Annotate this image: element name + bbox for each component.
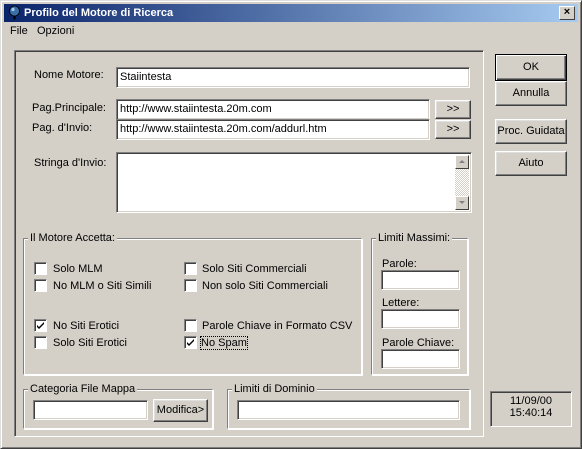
checkbox-parole-chiave-csv-label: Parole Chiave in Formato CSV [202, 320, 353, 332]
limiti-dominio-input[interactable] [237, 400, 460, 420]
ok-button[interactable]: OK [495, 54, 567, 81]
proc-guidata-button[interactable]: Proc. Guidata [495, 119, 567, 144]
modifica-button[interactable]: Modifica> [153, 399, 208, 422]
parole-label: Parole: [382, 258, 417, 270]
nome-motore-input[interactable]: Staiintesta [116, 67, 470, 88]
checkbox-no-mlm-label: No MLM o Siti Simili [53, 280, 152, 292]
stringa-invio-label: Stringa d'Invio: [34, 157, 107, 169]
categoria-file-mappa-input[interactable] [33, 400, 148, 420]
close-icon: × [563, 6, 571, 18]
checkbox-solo-siti-erotici[interactable] [34, 336, 47, 349]
pag-invio-input[interactable]: http://www.staiintesta.20m.com/addurl.ht… [116, 119, 430, 140]
checkbox-no-mlm[interactable] [34, 279, 47, 292]
dialog-window: Profilo del Motore di Ricerca × File Opz… [0, 0, 582, 449]
accetta-group: Il Motore Accetta: [23, 232, 362, 375]
checkbox-solo-siti-erotici-label: Solo Siti Erotici [53, 337, 127, 349]
checkbox-solo-siti-commerciali[interactable] [184, 262, 197, 275]
checkbox-solo-mlm[interactable] [34, 262, 47, 275]
checkbox-non-solo-siti-commerciali[interactable] [184, 279, 197, 292]
aiuto-button[interactable]: Aiuto [495, 151, 567, 176]
scroll-down-button[interactable] [455, 196, 469, 210]
datetime-display: 11/09/00 15:40:14 [490, 391, 572, 427]
app-icon [9, 5, 20, 20]
limiti-dominio-legend: Limiti di Dominio [232, 383, 317, 395]
stringa-invio-textarea[interactable] [116, 152, 472, 213]
menu-opzioni[interactable]: Opzioni [37, 25, 74, 37]
checkbox-no-siti-erotici[interactable] [34, 319, 47, 332]
status-time: 15:40:14 [509, 407, 553, 419]
stringa-invio-scrollbar[interactable] [455, 155, 469, 210]
arrow-up-icon [459, 160, 465, 163]
arrow-down-icon [459, 201, 465, 204]
pag-principale-input[interactable]: http://www.staiintesta.20m.com [116, 99, 430, 120]
menu-bar: File Opzioni [4, 23, 578, 41]
lettere-input[interactable] [381, 309, 460, 329]
scroll-up-button[interactable] [455, 155, 469, 169]
lettere-label: Lettere: [382, 297, 420, 309]
pag-principale-label: Pag.Principale: [32, 102, 106, 114]
status-date: 11/09/00 [509, 395, 552, 407]
pag-invio-label: Pag. d'Invio: [32, 122, 93, 134]
checkbox-no-spam[interactable] [184, 336, 197, 349]
pag-principale-browse-button[interactable]: >> [435, 100, 471, 119]
annulla-button[interactable]: Annulla [495, 81, 567, 106]
window-title: Profilo del Motore di Ricerca [24, 7, 174, 19]
nome-motore-label: Nome Motore: [34, 69, 104, 81]
checkbox-non-solo-siti-commerciali-label: Non solo Siti Commerciali [202, 280, 328, 292]
checkbox-no-siti-erotici-label: No Siti Erotici [53, 320, 120, 332]
parole-chiave-input[interactable] [381, 349, 460, 369]
pag-invio-browse-button[interactable]: >> [435, 120, 471, 139]
checkbox-solo-siti-commerciali-label: Solo Siti Commerciali [202, 263, 307, 275]
checkmark-icon [37, 322, 44, 329]
title-bar[interactable]: Profilo del Motore di Ricerca × [4, 4, 578, 22]
accetta-legend: Il Motore Accetta: [28, 232, 117, 244]
checkbox-no-spam-label: No Spam [200, 336, 248, 350]
checkbox-solo-mlm-label: Solo MLM [53, 263, 103, 275]
parole-input[interactable] [381, 270, 460, 290]
close-button[interactable]: × [559, 6, 575, 20]
checkbox-parole-chiave-csv[interactable] [184, 319, 197, 332]
categoria-file-mappa-legend: Categoria File Mappa [28, 383, 138, 395]
parole-chiave-label: Parole Chiave: [382, 337, 455, 349]
limiti-massimi-legend: Limiti Massimi: [376, 232, 453, 244]
menu-file[interactable]: File [10, 25, 28, 37]
checkmark-icon [187, 339, 194, 346]
